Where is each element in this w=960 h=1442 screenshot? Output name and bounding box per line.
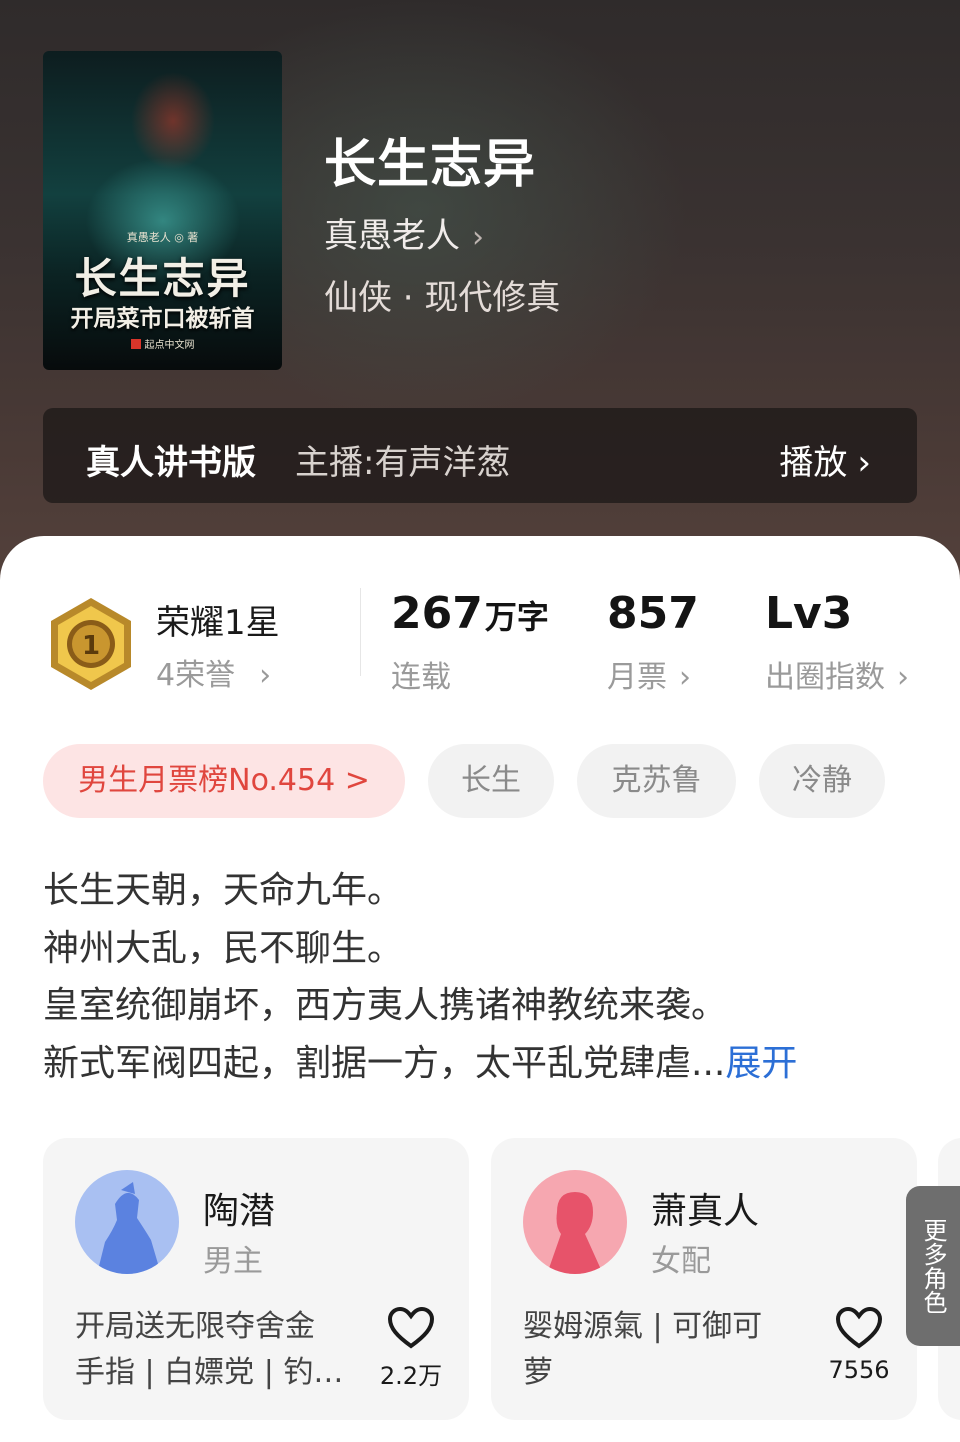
like-count: 2.2万: [379, 1362, 443, 1390]
monthly-ticket-link[interactable]: 月票 ›: [607, 652, 691, 696]
synopsis-line-text: 新式军阀四起，割据一方，太平乱党肆虐...: [43, 1042, 726, 1084]
like-count: 7556: [828, 1356, 890, 1384]
heart-icon[interactable]: [387, 1306, 435, 1350]
word-count-value: 267万字: [391, 588, 549, 639]
honor-badge-icon[interactable]: 1: [47, 596, 135, 692]
honor-count[interactable]: 4荣誉 ›: [156, 650, 271, 694]
word-count-number: 267: [391, 588, 483, 639]
monthly-ticket-label: 月票: [607, 660, 667, 695]
synopsis-line-last: 新式军阀四起，割据一方，太平乱党肆虐...展开: [43, 1035, 923, 1093]
chevron-right-icon: ›: [259, 658, 272, 693]
book-cover[interactable]: 真愚老人 ◎ 著 长生志异 开局菜市口被斩首 起点中文网: [43, 51, 282, 370]
cover-publisher: 起点中文网: [43, 336, 282, 351]
character-role: 男主: [203, 1244, 263, 1279]
play-label: 播放: [779, 443, 848, 483]
character-avatar-icon: [75, 1170, 179, 1274]
monthly-ticket-value: 857: [607, 588, 699, 639]
expand-link[interactable]: 展开: [725, 1043, 797, 1084]
chevron-right-icon: ›: [472, 220, 484, 255]
book-title: 长生志异: [324, 135, 537, 195]
tag-calm[interactable]: 冷静: [759, 744, 885, 818]
character-card[interactable]: 萧真人 女配 婴姆源氣 | 可御可 萝 7556: [491, 1138, 917, 1420]
tag-cthulhu[interactable]: 克苏鲁: [577, 744, 736, 818]
audio-label: 真人讲书版: [86, 443, 256, 483]
chevron-right-icon: ›: [857, 443, 871, 483]
influence-index-label: 出圈指数: [765, 660, 885, 695]
chevron-right-icon: ›: [897, 660, 909, 695]
status-label: 连载: [391, 660, 451, 695]
synopsis-line: 皇室统御崩坏，西方夷人携诸神教统来袭。: [43, 985, 728, 1026]
character-name: 陶潜: [203, 1191, 276, 1232]
influence-index-value: Lv3: [765, 588, 853, 639]
tag-rank[interactable]: 男生月票榜No.454 >: [43, 744, 405, 818]
chevron-right-icon: ›: [679, 660, 691, 695]
character-avatar-icon: [523, 1170, 627, 1274]
word-count-unit: 万字: [484, 598, 549, 636]
cover-author: 真愚老人 ◎ 著: [126, 231, 199, 244]
character-desc-line: 萝: [523, 1355, 553, 1390]
play-button[interactable]: 播放 ›: [779, 435, 871, 484]
audio-anchor: 主播:有声洋葱: [295, 443, 511, 483]
synopsis-line: 长生天朝，天命九年。: [43, 870, 404, 911]
character-description: 开局送无限夺舍金 手指 | 白嫖党 | 钓…: [75, 1304, 365, 1396]
character-desc-line: 婴姆源氣 | 可御可: [523, 1309, 763, 1344]
divider: [360, 588, 361, 676]
cover-title: 长生志异: [74, 254, 251, 303]
honor-count-label: 4荣誉: [156, 658, 236, 693]
heart-icon[interactable]: [835, 1306, 883, 1350]
character-desc-line: 开局送无限夺舍金: [75, 1309, 315, 1344]
character-role: 女配: [651, 1244, 711, 1279]
character-description: 婴姆源氣 | 可御可 萝: [523, 1304, 813, 1396]
synopsis: 长生天朝，天命九年。 神州大乱，民不聊生。 皇室统御崩坏，西方夷人携诸神教统来袭…: [43, 862, 923, 1092]
character-name: 萧真人: [651, 1191, 760, 1232]
audio-version-bar[interactable]: 真人讲书版 主播:有声洋葱 播放 ›: [43, 408, 917, 503]
badge-number: 1: [82, 631, 100, 661]
character-desc-line: 手指 | 白嫖党 | 钓…: [75, 1355, 344, 1390]
more-roles-button[interactable]: 更多角色: [906, 1186, 960, 1346]
honor-title[interactable]: 荣耀1星: [156, 595, 280, 644]
author-link[interactable]: 真愚老人 ›: [324, 208, 484, 257]
author-name: 真愚老人: [324, 216, 460, 256]
book-genre: 仙侠 · 现代修真: [324, 278, 561, 318]
cover-subtitle: 开局菜市口被斩首: [70, 305, 255, 332]
character-card[interactable]: 陶潜 男主 开局送无限夺舍金 手指 | 白嫖党 | 钓… 2.2万: [43, 1138, 469, 1420]
synopsis-line: 神州大乱，民不聊生。: [43, 927, 404, 969]
tag-longevity[interactable]: 长生: [428, 744, 554, 818]
influence-index-link[interactable]: 出圈指数 ›: [765, 652, 909, 696]
